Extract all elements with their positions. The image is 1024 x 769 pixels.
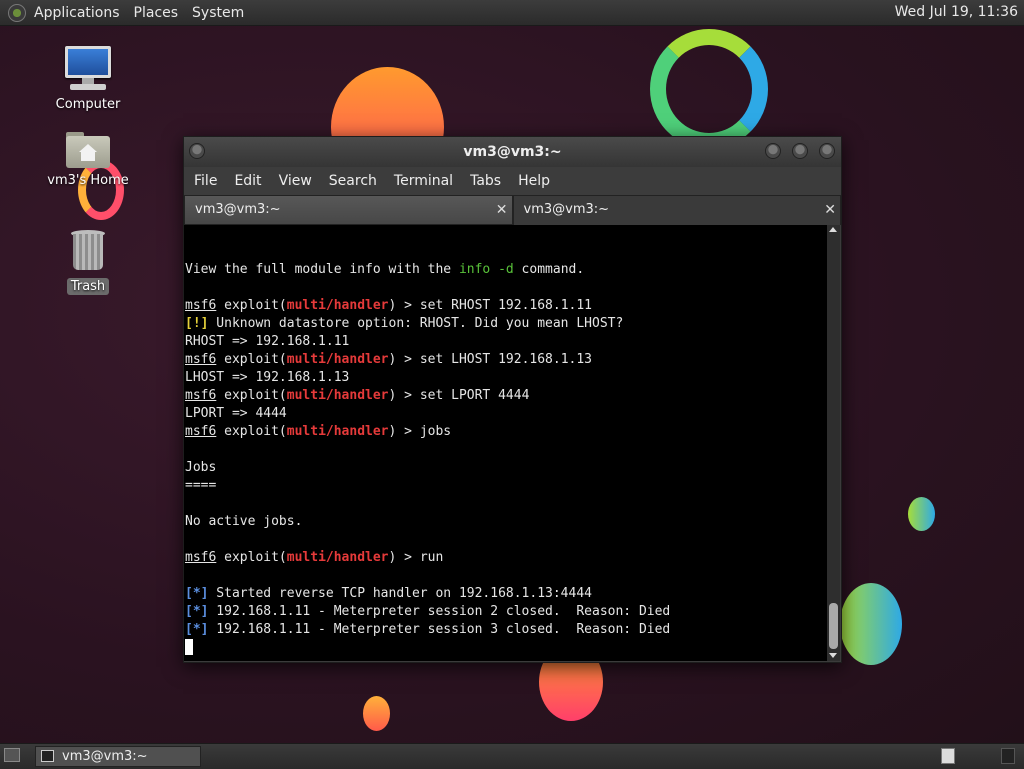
clock[interactable]: Wed Jul 19, 11:36 [895,4,1018,20]
desktop-icon-label: vm3's Home [47,173,129,188]
desktop-icon-computer[interactable]: Computer [43,46,133,113]
tab-2[interactable]: vm3@vm3:~ ✕ [512,195,841,225]
bottom-panel: vm3@vm3:~ [0,743,1024,769]
desktop-icon-trash[interactable]: Trash [43,228,133,295]
gradient-oval-decoration [840,583,902,665]
scroll-up-icon[interactable] [829,227,837,232]
menu-help[interactable]: Help [518,173,550,189]
desktop-icon-label: Computer [55,97,121,112]
terminal-scrollbar[interactable] [827,225,840,661]
window-title: vm3@vm3:~ [463,144,562,160]
ring-decoration [650,29,768,149]
menu-applications[interactable]: Applications [34,5,120,21]
top-panel: Applications Places System Wed Jul 19, 1… [0,0,1024,26]
taskbar-item-terminal[interactable]: vm3@vm3:~ [35,746,201,767]
terminal-text: View the full module info with the info … [184,225,827,658]
close-tab-icon[interactable]: ✕ [496,196,508,224]
terminal-icon [41,750,54,762]
tab-label: vm3@vm3:~ [523,202,610,217]
window-titlebar[interactable]: vm3@vm3:~ [184,137,841,167]
terminal-window: vm3@vm3:~ File Edit View Search Terminal… [183,136,842,663]
menu-file[interactable]: File [194,173,217,189]
window-menubar: File Edit View Search Terminal Tabs Help [184,167,841,195]
computer-icon [64,46,112,92]
tab-bar: vm3@vm3:~ ✕ vm3@vm3:~ ✕ [184,195,841,225]
desktop-icon-label: Trash [66,278,110,295]
trash-icon [70,228,106,274]
scroll-down-icon[interactable] [829,653,837,658]
show-desktop-icon[interactable] [4,748,20,762]
menu-edit[interactable]: Edit [234,173,261,189]
home-folder-icon [66,130,110,168]
green-oval-decoration [908,497,935,531]
menu-places[interactable]: Places [134,5,179,21]
small-orange-oval-decoration [363,696,390,731]
menu-view[interactable]: View [279,173,312,189]
minimize-icon[interactable] [765,143,781,159]
desktop-icon-home[interactable]: vm3's Home [43,130,133,189]
scroll-thumb[interactable] [829,603,838,649]
menu-tabs[interactable]: Tabs [470,173,501,189]
maximize-icon[interactable] [792,143,808,159]
terminal-output[interactable]: View the full module info with the info … [184,225,827,661]
taskbar-item-label: vm3@vm3:~ [62,749,148,764]
window-menu-icon[interactable] [189,143,205,159]
terminal-cursor [185,639,193,655]
close-tab-icon[interactable]: ✕ [824,196,836,224]
tab-label: vm3@vm3:~ [195,202,281,217]
workspace-2[interactable] [1001,748,1015,764]
distro-logo-icon[interactable] [8,3,26,22]
menu-system[interactable]: System [192,5,244,21]
workspace-1[interactable] [941,748,955,764]
menu-terminal[interactable]: Terminal [394,173,453,189]
tab-1[interactable]: vm3@vm3:~ ✕ [184,195,513,225]
close-icon[interactable] [819,143,835,159]
menu-search[interactable]: Search [329,173,377,189]
